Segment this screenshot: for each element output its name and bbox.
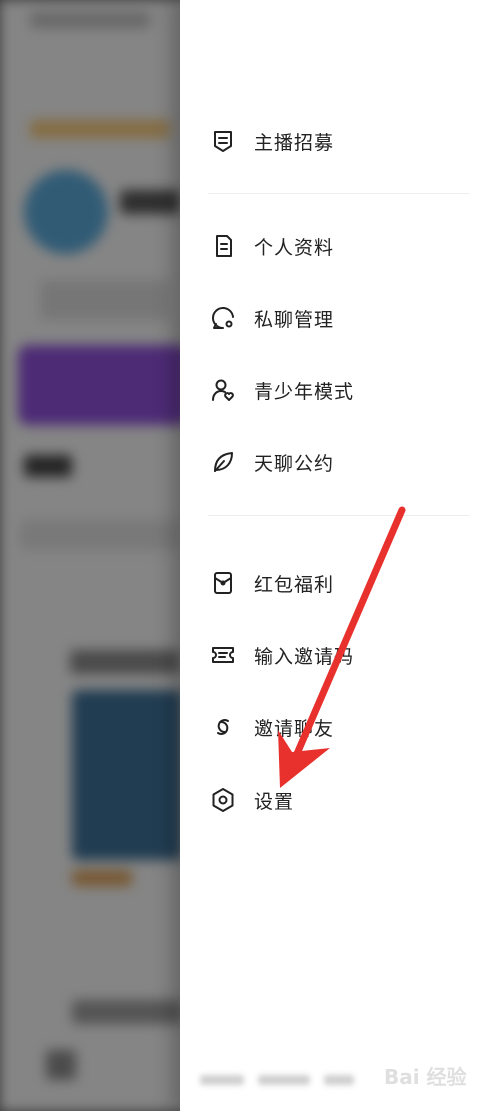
watermark-text: Bai 经验 — [384, 1064, 467, 1089]
menu-label: 私聊管理 — [254, 308, 335, 331]
menu-item-convention[interactable]: 天聊公约 — [210, 442, 470, 482]
divider — [208, 515, 470, 516]
leaf-icon — [210, 449, 236, 475]
menu-label: 邀请聊友 — [254, 717, 335, 740]
menu-label: 输入邀请码 — [254, 645, 355, 668]
menu-item-private-chat[interactable]: 私聊管理 — [210, 298, 470, 338]
baidu-watermark: Bai 经验 — [384, 1058, 494, 1092]
link-icon — [210, 714, 236, 740]
profile-doc-icon — [210, 233, 236, 259]
divider — [208, 193, 470, 194]
menu-label: 个人资料 — [254, 236, 335, 259]
menu-label: 青少年模式 — [254, 380, 355, 403]
menu-item-broadcaster-recruit[interactable]: 主播招募 — [210, 121, 470, 161]
teen-mode-icon — [210, 377, 236, 403]
menu-label: 设置 — [254, 790, 295, 813]
menu-item-teen-mode[interactable]: 青少年模式 — [210, 370, 470, 410]
menu-label: 红包福利 — [254, 573, 335, 596]
menu-item-settings[interactable]: 设置 — [210, 780, 470, 820]
chat-settings-icon — [210, 305, 236, 331]
menu-label: 天聊公约 — [254, 452, 335, 475]
drawer-scrim[interactable] — [0, 0, 180, 1111]
side-drawer: 主播招募 个人资料 私聊管理 青少年模式 天聊公约 红包福利 输入邀请码 邀请聊… — [180, 0, 500, 1111]
menu-item-red-envelope[interactable]: 红包福利 — [210, 563, 470, 603]
red-envelope-icon — [210, 570, 236, 596]
menu-item-profile[interactable]: 个人资料 — [210, 226, 470, 266]
menu-item-invite-friends[interactable]: 邀请聊友 — [210, 707, 470, 747]
ticket-icon — [210, 642, 236, 668]
broadcaster-recruit-icon — [210, 128, 236, 154]
menu-label: 主播招募 — [254, 131, 335, 154]
menu-item-invite-code[interactable]: 输入邀请码 — [210, 635, 470, 675]
settings-hexagon-icon — [210, 787, 236, 813]
